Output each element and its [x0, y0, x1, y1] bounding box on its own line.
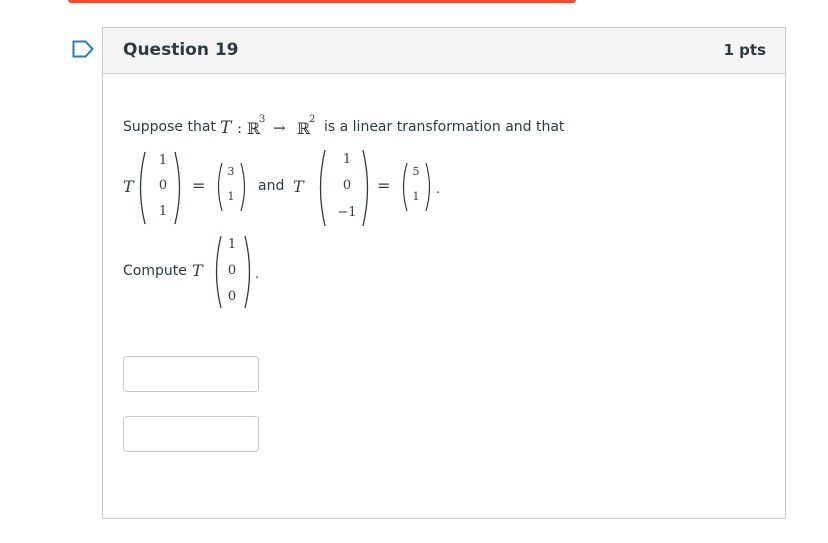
equation1-input-left-paren: [139, 151, 146, 225]
statement-codomain-exponent: 2: [309, 114, 316, 125]
equation1-output-right-paren: [240, 162, 246, 212]
equation1-input-entry-2: 0: [158, 178, 168, 193]
equation2-input-entry-3: −1: [337, 205, 357, 220]
equation2-input-entry-2: 0: [342, 178, 352, 193]
statement-domain-exponent: 3: [259, 114, 266, 125]
compute-vector-entry-3: 0: [227, 289, 237, 304]
equation1-input-entry-3: 1: [158, 204, 168, 219]
equation2-equals: =: [377, 176, 391, 195]
question-card: Question 19 1 pts Suppose that T : ℝ 3 →…: [102, 27, 786, 519]
compute-vector-entry-1: 1: [227, 237, 237, 252]
statement-map-T: T: [220, 118, 232, 138]
equation1-output-entry-1: 3: [227, 165, 235, 178]
statement-colon: :: [237, 119, 243, 137]
equation-connector-and: and: [258, 178, 285, 194]
equation2-output-entry-2: 1: [412, 190, 420, 203]
question-points: 1 pts: [723, 41, 767, 59]
answer-input-2[interactable]: [123, 416, 259, 452]
compute-vector-right-paren: [244, 235, 251, 309]
compute-label: Compute: [123, 263, 187, 279]
equation1-input-entry-1: 1: [158, 153, 168, 168]
top-accent-bar: [68, 0, 576, 3]
statement-suffix: is a linear transformation and that: [324, 119, 565, 135]
equation2-output-right-paren: [425, 162, 431, 212]
equation2-input-left-paren: [319, 149, 326, 227]
compute-vector-entry-2: 0: [227, 263, 237, 278]
equation2-output-entry-1: 5: [412, 165, 420, 178]
equation2-input-entry-1: 1: [342, 152, 352, 167]
equation1-T: T: [123, 177, 134, 196]
compute-T: T: [192, 261, 203, 280]
equation2-T: T: [293, 177, 304, 196]
compute-period: .: [255, 267, 260, 282]
statement-arrow: →: [273, 119, 286, 137]
equation2-period: .: [436, 182, 441, 197]
equation1-equals: =: [192, 176, 206, 195]
equation1-output-entry-2: 1: [227, 190, 235, 203]
question-header: Question 19 1 pts: [103, 28, 785, 74]
equation1-input-right-paren: [174, 151, 181, 225]
statement-intro: Suppose that: [123, 119, 216, 135]
answer-input-1[interactable]: [123, 356, 259, 392]
equation2-input-right-paren: [362, 149, 369, 227]
question-title: Question 19: [123, 40, 239, 60]
flag-outline-icon[interactable]: [72, 40, 94, 58]
